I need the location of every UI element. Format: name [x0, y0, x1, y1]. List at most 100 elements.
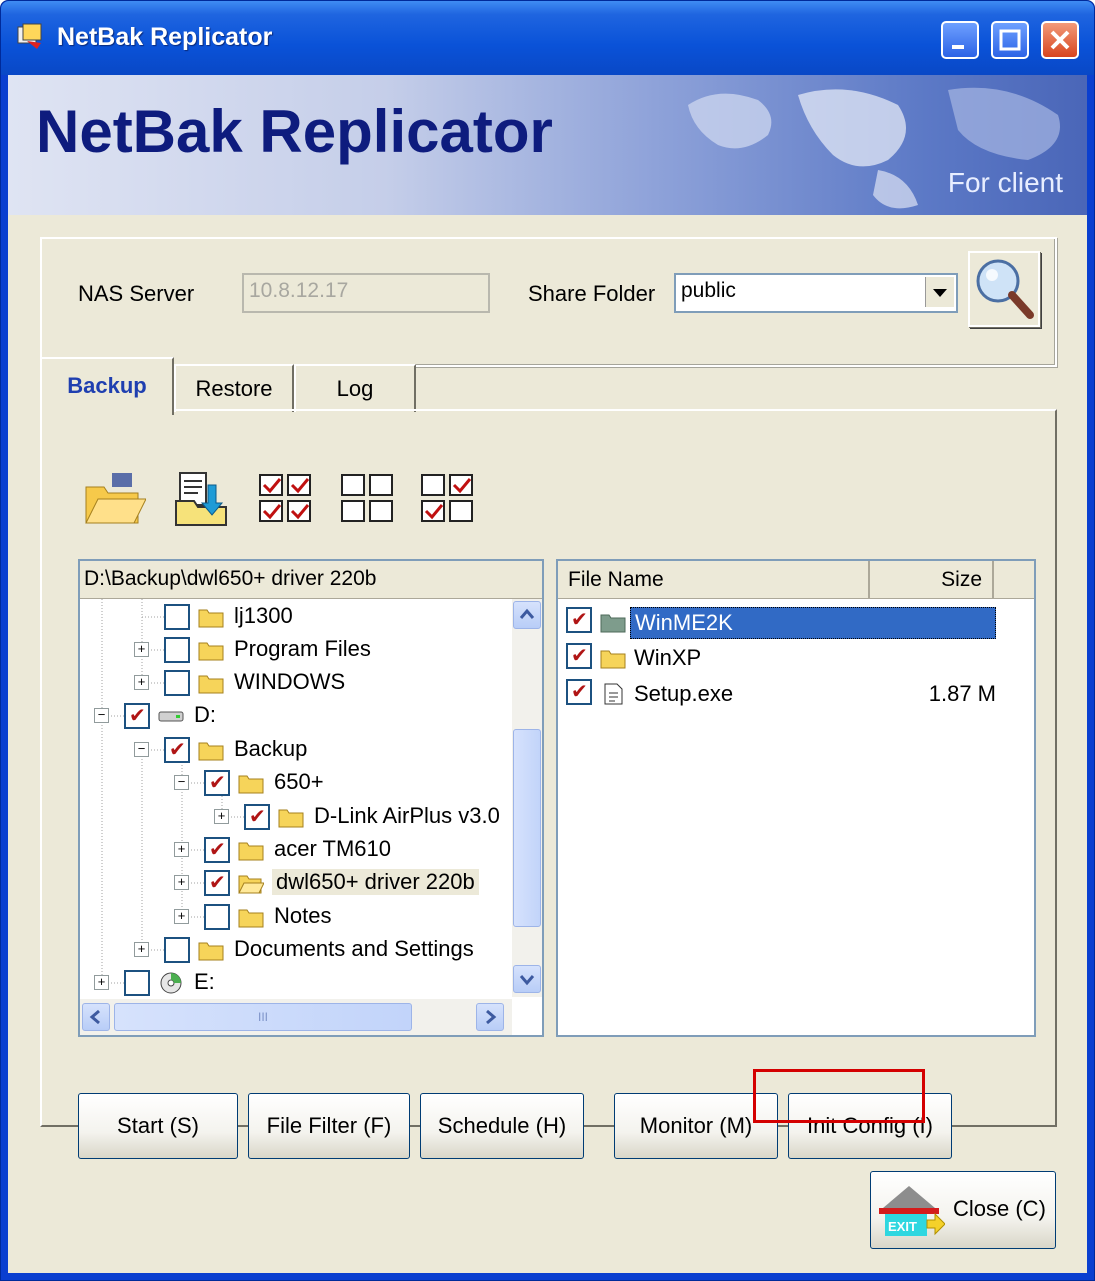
tab-backup[interactable]: Backup — [40, 357, 174, 415]
banner-subtitle: For client — [947, 167, 1063, 198]
schedule-button[interactable]: Schedule (H) — [420, 1093, 584, 1159]
cd-drive-icon — [160, 972, 182, 994]
scroll-down-button[interactable] — [513, 965, 541, 993]
tree-checkbox[interactable] — [204, 837, 230, 863]
file-name: Setup.exe — [634, 681, 734, 706]
tab-log[interactable]: Log — [294, 364, 416, 412]
file-checkbox[interactable] — [566, 643, 592, 669]
share-folder-label: Share Folder — [528, 281, 656, 306]
file-name: WinXP — [634, 645, 702, 670]
backup-panel: D:\Backup\dwl650+ driver 220b lj1300 + P… — [40, 409, 1057, 1159]
folder-icon — [600, 650, 626, 669]
tree-node-label: E: — [194, 969, 215, 994]
close-window-button[interactable] — [1041, 21, 1079, 59]
tree-checkbox[interactable] — [164, 670, 190, 696]
column-header-name[interactable]: File Name — [558, 561, 870, 599]
magnifier-icon — [976, 259, 1034, 319]
expand-icon[interactable]: + — [134, 675, 149, 690]
close-button[interactable]: EXIT Close (C) — [870, 1171, 1056, 1249]
expand-icon[interactable]: + — [174, 875, 189, 890]
file-row[interactable]: WinXP — [566, 641, 996, 675]
tree-horizontal-scrollbar[interactable]: III — [80, 999, 512, 1035]
tree-node[interactable]: + Notes — [80, 901, 510, 933]
banner-title: NetBak Replicator — [36, 98, 553, 165]
tree-node[interactable]: + Documents and Settings — [80, 934, 510, 966]
folder-icon — [238, 775, 264, 794]
minimize-button[interactable] — [941, 21, 979, 59]
folder-tree[interactable]: D:\Backup\dwl650+ driver 220b lj1300 + P… — [78, 559, 544, 1037]
tree-checkbox[interactable] — [124, 970, 150, 996]
tree-node[interactable]: − Backup — [80, 734, 510, 766]
client-area: NetBak Replicator For client NAS Server … — [8, 75, 1087, 1273]
tree-node[interactable]: + E: — [80, 967, 510, 997]
title-bar[interactable]: NetBak Replicator — [1, 1, 1094, 75]
expand-icon[interactable]: + — [174, 842, 189, 857]
file-row[interactable]: Setup.exe 1.87 M — [566, 677, 996, 711]
search-server-button[interactable] — [968, 251, 1040, 327]
collapse-icon[interactable]: − — [134, 742, 149, 757]
scroll-thumb-h[interactable]: III — [114, 1003, 412, 1031]
file-checkbox[interactable] — [566, 607, 592, 633]
expand-icon[interactable]: + — [174, 909, 189, 924]
expand-icon[interactable]: + — [134, 642, 149, 657]
tree-checkbox[interactable] — [204, 870, 230, 896]
tree-checkbox[interactable] — [164, 637, 190, 663]
nas-server-label: NAS Server — [78, 281, 195, 306]
tree-node[interactable]: lj1300 — [80, 601, 510, 633]
column-header-size[interactable]: Size — [870, 561, 994, 599]
tree-checkbox[interactable] — [124, 703, 150, 729]
nas-server-field: 10.8.12.17 — [242, 273, 490, 313]
expand-icon[interactable]: + — [94, 975, 109, 990]
folder-icon — [198, 642, 224, 661]
tree-node[interactable]: + acer TM610 — [80, 834, 510, 866]
file-filter-button[interactable]: File Filter (F) — [248, 1093, 410, 1159]
app-window: NetBak Replicator NetBak Replicator For … — [0, 0, 1095, 1281]
file-checkbox[interactable] — [566, 679, 592, 705]
chevron-up-icon — [519, 608, 535, 619]
folder-icon — [278, 809, 304, 828]
folder-icon — [198, 675, 224, 694]
scroll-thumb[interactable] — [513, 729, 541, 927]
collapse-icon[interactable]: − — [174, 775, 189, 790]
start-button[interactable]: Start (S) — [78, 1093, 238, 1159]
folder-icon — [198, 609, 224, 628]
file-row[interactable]: WinME2K — [566, 605, 996, 639]
tree-node[interactable]: + WINDOWS — [80, 667, 510, 699]
select-all-icon[interactable] — [254, 467, 318, 531]
tree-node-selected[interactable]: + dwl650+ driver 220b — [80, 867, 510, 899]
tree-body[interactable]: lj1300 + Program Files + WINDOWS − ✔ D: … — [80, 599, 512, 997]
scroll-up-button[interactable] — [513, 601, 541, 629]
collapse-icon[interactable]: − — [94, 708, 109, 723]
chevron-down-icon — [519, 975, 535, 986]
open-folder-icon — [238, 875, 264, 894]
tree-checkbox[interactable] — [164, 737, 190, 763]
deselect-all-icon[interactable] — [336, 467, 400, 531]
tree-node-label: acer TM610 — [274, 836, 391, 861]
maximize-button[interactable] — [991, 21, 1029, 59]
column-header-empty — [994, 561, 1034, 599]
open-folder-icon[interactable] — [82, 467, 146, 531]
tree-vertical-scrollbar[interactable] — [512, 599, 542, 997]
tree-node[interactable]: − D: — [80, 700, 510, 732]
dropdown-button[interactable] — [925, 277, 954, 307]
share-folder-select[interactable]: public — [674, 273, 958, 313]
tree-node-label: 650+ — [274, 769, 324, 794]
expand-icon[interactable]: + — [134, 942, 149, 957]
tree-node[interactable]: + D-Link AirPlus v3.0 — [80, 801, 510, 833]
scroll-right-button[interactable] — [476, 1003, 504, 1031]
tree-node[interactable]: + Program Files — [80, 634, 510, 666]
tree-node[interactable]: − 650+ — [80, 767, 510, 799]
tree-checkbox[interactable] — [164, 937, 190, 963]
expand-icon[interactable]: + — [214, 809, 229, 824]
file-list[interactable]: File Name Size WinME2K WinXP — [556, 559, 1036, 1037]
backup-to-folder-icon[interactable] — [170, 467, 234, 531]
tree-checkbox[interactable] — [204, 770, 230, 796]
server-group: NAS Server 10.8.12.17 Share Folder publi… — [40, 237, 1057, 367]
tree-checkbox[interactable] — [164, 604, 190, 630]
tab-restore[interactable]: Restore — [174, 364, 294, 412]
tree-checkbox[interactable] — [204, 904, 230, 930]
scroll-left-button[interactable] — [82, 1003, 110, 1031]
exit-icon: EXIT — [879, 1186, 945, 1236]
tree-checkbox[interactable] — [244, 804, 270, 830]
invert-selection-icon[interactable] — [416, 467, 480, 531]
